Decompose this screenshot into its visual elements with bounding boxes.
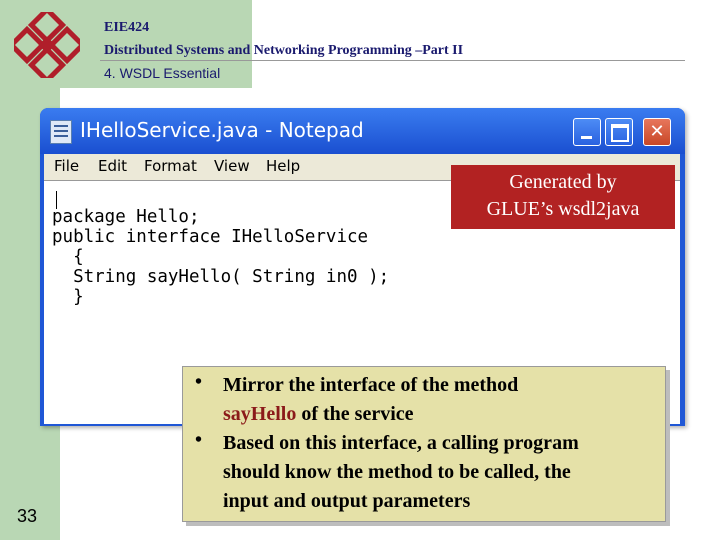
bullet-marker: • (195, 371, 203, 393)
bullet-text: Based on this interface, a calling progr… (223, 432, 579, 454)
code-line: } (52, 287, 84, 307)
menu-edit[interactable]: Edit (98, 157, 127, 175)
notepad-app-icon[interactable] (50, 120, 72, 144)
bullet-text-suffix: of the service (296, 403, 414, 425)
code-line: package Hello; (52, 207, 200, 227)
bullet-marker: • (195, 429, 203, 451)
code-line: public interface IHelloService (52, 227, 369, 247)
callout-line-1: Generated by (509, 171, 617, 193)
bullet-text: input and output parameters (223, 490, 471, 512)
page-number: 33 (17, 506, 38, 526)
menu-view[interactable]: View (214, 157, 250, 175)
code-line: { (52, 247, 84, 267)
section-title: 4. WSDL Essential (104, 65, 221, 81)
close-icon[interactable]: ✕ (643, 118, 671, 146)
polyu-logo (14, 12, 80, 78)
callout-line-2: GLUE’s wsdl2java (486, 198, 640, 220)
minimize-icon[interactable] (573, 118, 601, 146)
menu-help[interactable]: Help (266, 157, 300, 175)
menu-format[interactable]: Format (144, 157, 197, 175)
notepad-titlebar[interactable]: IHelloService.java - Notepad ✕ (40, 108, 685, 154)
generated-by-callout: Generated by GLUE’s wsdl2java (451, 165, 675, 229)
maximize-icon[interactable] (605, 118, 633, 146)
method-highlight: sayHello (223, 403, 297, 425)
bullet-text: Mirror the interface of the method (223, 374, 519, 396)
header-divider (100, 60, 685, 61)
bullet-text-continued: sayHello of the service (223, 400, 414, 429)
menu-file[interactable]: File (54, 157, 79, 175)
course-code: EIE424 (104, 20, 150, 35)
bullet-text: should know the method to be called, the (223, 461, 571, 483)
course-title: Distributed Systems and Networking Progr… (104, 43, 464, 58)
window-title: IHelloService.java - Notepad (80, 118, 364, 142)
code-line: String sayHello( String in0 ); (52, 267, 390, 287)
bullet-box: • Mirror the interface of the method say… (182, 366, 666, 522)
